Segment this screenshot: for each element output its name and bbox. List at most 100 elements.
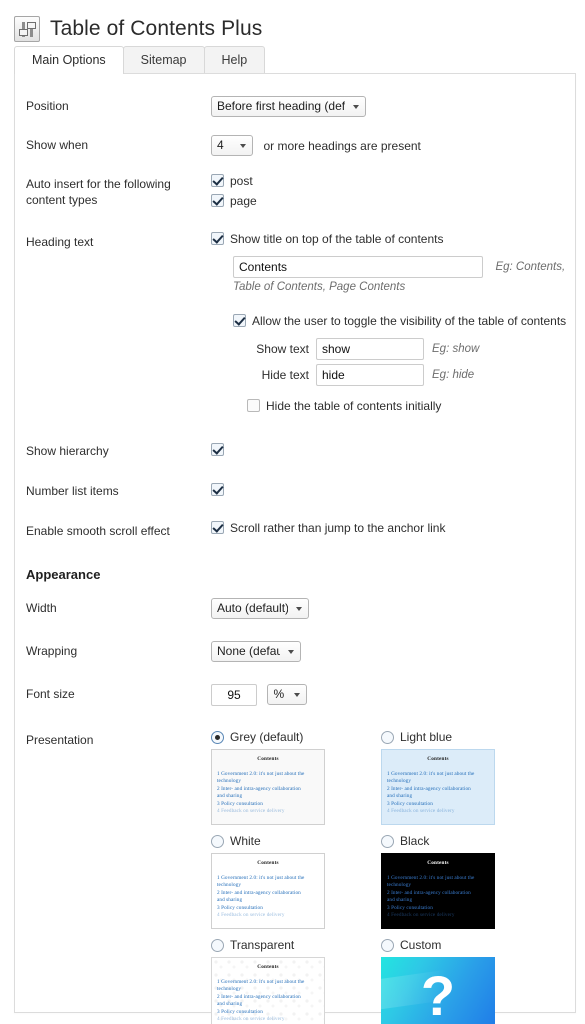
preview-title: Contents xyxy=(217,756,319,762)
wrapping-label: Wrapping xyxy=(26,641,211,659)
auto-insert-page-label[interactable]: page xyxy=(230,194,257,209)
hide-text-input[interactable] xyxy=(316,364,424,386)
smooth-scroll-checkbox-label[interactable]: Scroll rather than jump to the anchor li… xyxy=(230,521,445,536)
presentation-grid: Grey (default) Contents 1 Government 2.0… xyxy=(211,730,575,1024)
font-size-input[interactable] xyxy=(211,684,257,706)
show-text-label: Show text xyxy=(247,342,309,356)
show-text-row: Show text Eg: show xyxy=(247,338,575,360)
number-list-items-checkbox[interactable] xyxy=(211,483,224,496)
preview-item: 3 Policy consultation xyxy=(387,801,489,808)
show-text-input[interactable] xyxy=(316,338,424,360)
presentation-light-blue-label[interactable]: Light blue xyxy=(400,730,452,744)
row-show-hierarchy: Show hierarchy xyxy=(15,441,575,459)
show-title-line: Show title on top of the table of conten… xyxy=(211,232,575,247)
presentation-black-label[interactable]: Black xyxy=(400,834,429,848)
preview-item: 1 Government 2.0: it's not just about th… xyxy=(387,771,489,778)
toggle-visibility-checkbox[interactable] xyxy=(233,314,246,327)
show-hierarchy-checkbox[interactable] xyxy=(211,443,224,456)
presentation-label: Presentation xyxy=(26,730,211,748)
preview-transparent[interactable]: Contents 1 Government 2.0: it's not just… xyxy=(211,957,325,1024)
row-show-when: Show when 4 or more headings are present xyxy=(15,135,575,156)
position-select[interactable]: Before first heading (default) xyxy=(211,96,366,117)
position-label: Position xyxy=(26,96,211,114)
presentation-white-radio[interactable] xyxy=(211,835,224,848)
preview-item: 1 Government 2.0: it's not just about th… xyxy=(217,875,319,882)
preview-item: and sharing xyxy=(217,1001,319,1008)
preview-item: 3 Policy consultation xyxy=(217,801,319,808)
width-select[interactable]: Auto (default) xyxy=(211,598,309,619)
preview-item: technology xyxy=(217,882,319,889)
show-title-label[interactable]: Show title on top of the table of conten… xyxy=(230,232,443,247)
presentation-option-transparent: Transparent Contents 1 Government 2.0: i… xyxy=(211,938,381,1024)
preview-item: 1 Government 2.0: it's not just about th… xyxy=(217,979,319,986)
presentation-transparent-radio[interactable] xyxy=(211,939,224,952)
tab-bar: Main Options Sitemap Help xyxy=(0,46,585,73)
heading-title-group: Eg: Contents, Table of Contents, Page Co… xyxy=(233,256,575,296)
tab-help[interactable]: Help xyxy=(204,46,266,73)
presentation-white-row: White xyxy=(211,834,381,848)
preview-item: 4 Feedback on service delivery xyxy=(217,808,319,815)
preview-item: 2 Inter- and intra-agency collaboration xyxy=(387,890,489,897)
preview-custom[interactable]: ? xyxy=(381,957,495,1024)
preview-black[interactable]: Contents 1 Government 2.0: it's not just… xyxy=(381,853,495,929)
smooth-scroll-label: Enable smooth scroll effect xyxy=(26,521,211,539)
preview-title: Contents xyxy=(387,756,489,762)
settings-page: Table of Contents Plus Main Options Site… xyxy=(0,0,585,1024)
preview-item: 4 Feedback on service delivery xyxy=(217,912,319,919)
row-wrapping: Wrapping None (default) xyxy=(15,641,575,662)
row-auto-insert: Auto insert for the following content ty… xyxy=(15,174,575,214)
presentation-custom-row: Custom xyxy=(381,938,551,952)
preview-item: technology xyxy=(217,986,319,993)
show-when-select[interactable]: 4 xyxy=(211,135,253,156)
preview-item: technology xyxy=(387,778,489,785)
width-label: Width xyxy=(26,598,211,616)
hide-initially-checkbox[interactable] xyxy=(247,399,260,412)
hide-text-hint: Eg: hide xyxy=(432,369,474,381)
presentation-black-radio[interactable] xyxy=(381,835,394,848)
row-position: Position Before first heading (default) xyxy=(15,96,575,117)
presentation-option-light-blue: Light blue Contents 1 Government 2.0: it… xyxy=(381,730,551,825)
tab-sitemap[interactable]: Sitemap xyxy=(123,46,205,73)
presentation-grey-row: Grey (default) xyxy=(211,730,381,744)
font-size-unit-select[interactable]: % xyxy=(267,684,307,705)
preview-item: 2 Inter- and intra-agency collaboration xyxy=(217,786,319,793)
show-title-checkbox[interactable] xyxy=(211,232,224,245)
preview-item: 4 Feedback on service delivery xyxy=(387,808,489,815)
heading-text-label: Heading text xyxy=(26,232,211,250)
auto-insert-page-line: page xyxy=(211,194,575,209)
row-presentation: Presentation Grey (default) Contents 1 G… xyxy=(15,730,575,1024)
show-when-suffix: or more headings are present xyxy=(263,139,420,153)
preview-item: 4 Feedback on service delivery xyxy=(217,1016,319,1023)
auto-insert-page-checkbox[interactable] xyxy=(211,194,224,207)
presentation-light-blue-radio[interactable] xyxy=(381,731,394,744)
toggle-visibility-label[interactable]: Allow the user to toggle the visibility … xyxy=(252,314,566,329)
heading-title-input[interactable] xyxy=(233,256,483,278)
row-width: Width Auto (default) xyxy=(15,598,575,619)
tab-main-options[interactable]: Main Options xyxy=(14,46,124,74)
presentation-custom-label[interactable]: Custom xyxy=(400,938,441,952)
preview-item: and sharing xyxy=(217,793,319,800)
auto-insert-post-checkbox[interactable] xyxy=(211,174,224,187)
presentation-white-label[interactable]: White xyxy=(230,834,261,848)
appearance-section-title: Appearance xyxy=(15,567,575,582)
preview-white[interactable]: Contents 1 Government 2.0: it's not just… xyxy=(211,853,325,929)
row-smooth-scroll: Enable smooth scroll effect Scroll rathe… xyxy=(15,521,575,541)
preview-item: and sharing xyxy=(217,897,319,904)
preview-grey[interactable]: Contents 1 Government 2.0: it's not just… xyxy=(211,749,325,825)
presentation-grey-label[interactable]: Grey (default) xyxy=(230,730,303,744)
show-when-label: Show when xyxy=(26,135,211,153)
smooth-scroll-checkbox[interactable] xyxy=(211,521,224,534)
preview-light-blue[interactable]: Contents 1 Government 2.0: it's not just… xyxy=(381,749,495,825)
wrapping-select[interactable]: None (default) xyxy=(211,641,301,662)
auto-insert-post-label[interactable]: post xyxy=(230,174,253,189)
presentation-grey-radio[interactable] xyxy=(211,731,224,744)
preview-item: 2 Inter- and intra-agency collaboration xyxy=(217,994,319,1001)
presentation-transparent-label[interactable]: Transparent xyxy=(230,938,294,952)
page-header: Table of Contents Plus xyxy=(0,0,585,46)
preview-item: 1 Government 2.0: it's not just about th… xyxy=(217,771,319,778)
show-text-hint: Eg: show xyxy=(432,343,479,355)
hide-initially-label[interactable]: Hide the table of contents initially xyxy=(266,399,441,414)
presentation-custom-radio[interactable] xyxy=(381,939,394,952)
number-list-items-label: Number list items xyxy=(26,481,211,499)
row-heading-text: Heading text Show title on top of the ta… xyxy=(15,232,575,419)
